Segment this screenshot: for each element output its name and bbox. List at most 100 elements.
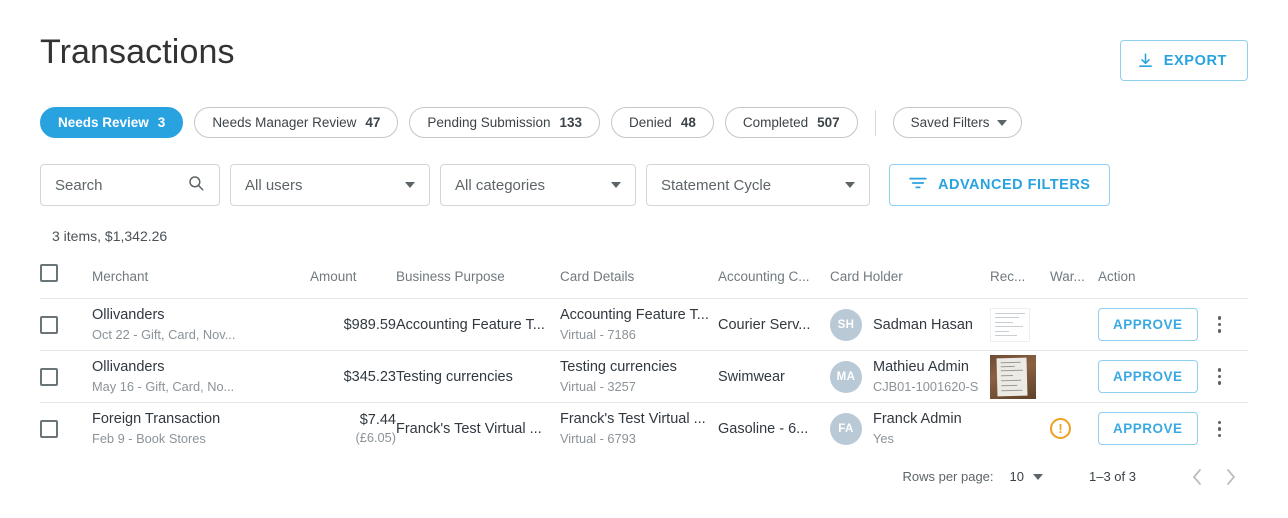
tab-label: Needs Review (58, 115, 149, 130)
search-input[interactable]: Search (40, 164, 220, 206)
receipt-cell[interactable] (990, 299, 1050, 351)
business-purpose-cell: Franck's Test Virtual ... (396, 403, 560, 455)
tab-completed[interactable]: Completed 507 (725, 107, 858, 138)
receipt-cell[interactable] (990, 351, 1050, 403)
column-action: Action (1098, 258, 1248, 299)
amount-cell: $7.44 (£6.05) (310, 403, 396, 455)
column-receipt[interactable]: Rec... (990, 258, 1050, 299)
business-purpose-value: Accounting Feature T... (396, 317, 560, 333)
previous-page-button[interactable] (1180, 469, 1214, 485)
pagination-range: 1–3 of 3 (1089, 469, 1136, 484)
tab-denied[interactable]: Denied 48 (611, 107, 714, 138)
chevron-down-icon (1033, 474, 1043, 480)
row-checkbox[interactable] (40, 368, 58, 386)
approve-button[interactable]: APPROVE (1098, 360, 1198, 393)
column-card-details[interactable]: Card Details (560, 258, 718, 299)
download-icon (1137, 52, 1154, 69)
row-menu-icon[interactable] (1212, 417, 1228, 442)
warning-cell: ! (1050, 403, 1098, 455)
merchant-name: Ollivanders (92, 358, 310, 376)
tab-pending-submission[interactable]: Pending Submission 133 (409, 107, 600, 138)
warning-icon[interactable]: ! (1050, 418, 1071, 439)
tab-count: 48 (681, 115, 696, 130)
merchant-name: Ollivanders (92, 306, 310, 324)
table-row[interactable]: Ollivanders Oct 22 - Gift, Card, Nov... … (40, 299, 1248, 351)
receipt-thumbnail[interactable] (990, 308, 1030, 342)
card-details-number: Virtual - 6793 (560, 430, 718, 447)
rows-per-page-label: Rows per page: (902, 469, 993, 484)
accounting-code-value: Gasoline - 6... (718, 421, 830, 437)
accounting-code-value: Courier Serv... (718, 317, 830, 333)
action-cell: APPROVE (1098, 403, 1248, 455)
rows-per-page-select[interactable]: 10 (1010, 469, 1043, 484)
chevron-down-icon (997, 120, 1007, 126)
card-holder-cell: MA Mathieu Admin CJB01-1001620-S (830, 351, 990, 403)
next-page-button[interactable] (1214, 469, 1248, 485)
tab-label: Needs Manager Review (212, 115, 356, 130)
row-menu-icon[interactable] (1212, 312, 1228, 337)
amount-value: $7.44 (310, 412, 396, 428)
row-select-cell (40, 403, 92, 455)
business-purpose-cell: Accounting Feature T... (396, 299, 560, 351)
chevron-down-icon (845, 182, 855, 188)
divider (875, 110, 876, 136)
merchant-cell: Ollivanders Oct 22 - Gift, Card, Nov... (92, 299, 310, 351)
statement-cycle-select[interactable]: Statement Cycle (646, 164, 870, 206)
filter-bar: Search All users All categories Statemen… (40, 164, 1248, 206)
select-all-header (40, 258, 92, 299)
search-icon[interactable] (187, 174, 205, 196)
avatar: SH (830, 309, 862, 341)
approve-button[interactable]: APPROVE (1098, 308, 1198, 341)
tab-needs-manager-review[interactable]: Needs Manager Review 47 (194, 107, 398, 138)
accounting-code-cell: Courier Serv... (718, 299, 830, 351)
row-select-cell (40, 299, 92, 351)
amount-cell: $989.59 (310, 299, 396, 351)
column-accounting-code[interactable]: Accounting C... (718, 258, 830, 299)
business-purpose-cell: Testing currencies (396, 351, 560, 403)
advanced-filters-button[interactable]: ADVANCED FILTERS (889, 164, 1110, 206)
table-row[interactable]: Foreign Transaction Feb 9 - Book Stores … (40, 403, 1248, 455)
status-tabs: Needs Review 3 Needs Manager Review 47 P… (40, 107, 1248, 138)
card-details-cell: Accounting Feature T... Virtual - 7186 (560, 299, 718, 351)
avatar: MA (830, 361, 862, 393)
merchant-cell: Foreign Transaction Feb 9 - Book Stores (92, 403, 310, 455)
column-amount[interactable]: Amount (310, 258, 396, 299)
action-cell: APPROVE (1098, 351, 1248, 403)
row-menu-icon[interactable] (1212, 364, 1228, 389)
table-row[interactable]: Ollivanders May 16 - Gift, Card, No... $… (40, 351, 1248, 403)
tab-count: 507 (817, 115, 840, 130)
categories-select[interactable]: All categories (440, 164, 636, 206)
rows-per-page-value: 10 (1010, 469, 1024, 484)
row-checkbox[interactable] (40, 420, 58, 438)
receipt-thumbnail[interactable] (990, 355, 1036, 399)
column-business-purpose[interactable]: Business Purpose (396, 258, 560, 299)
card-holder-detail: CJB01-1001620-S (873, 378, 978, 395)
card-holder-detail: Yes (873, 430, 962, 447)
saved-filters-dropdown[interactable]: Saved Filters (893, 107, 1023, 138)
export-label: EXPORT (1164, 53, 1227, 69)
action-cell: APPROVE (1098, 299, 1248, 351)
amount-foreign-value: (£6.05) (310, 430, 396, 445)
card-details-cell: Testing currencies Virtual - 3257 (560, 351, 718, 403)
card-details-name: Franck's Test Virtual ... (560, 410, 718, 428)
users-value: All users (245, 177, 303, 194)
export-button[interactable]: EXPORT (1120, 40, 1248, 81)
card-holder-name: Franck Admin (873, 410, 962, 428)
select-all-checkbox[interactable] (40, 264, 58, 282)
card-details-number: Virtual - 7186 (560, 326, 718, 343)
column-warning[interactable]: War... (1050, 258, 1098, 299)
row-checkbox[interactable] (40, 316, 58, 334)
warning-cell (1050, 299, 1098, 351)
column-card-holder[interactable]: Card Holder (830, 258, 990, 299)
warning-cell (1050, 351, 1098, 403)
card-holder-cell: FA Franck Admin Yes (830, 403, 990, 455)
column-merchant[interactable]: Merchant (92, 258, 310, 299)
users-select[interactable]: All users (230, 164, 430, 206)
merchant-detail: Feb 9 - Book Stores (92, 430, 310, 447)
approve-button[interactable]: APPROVE (1098, 412, 1198, 445)
tab-needs-review[interactable]: Needs Review 3 (40, 107, 183, 138)
avatar: FA (830, 413, 862, 445)
amount-cell: $345.23 (310, 351, 396, 403)
page-title: Transactions (40, 30, 235, 74)
tab-count: 3 (158, 115, 166, 130)
